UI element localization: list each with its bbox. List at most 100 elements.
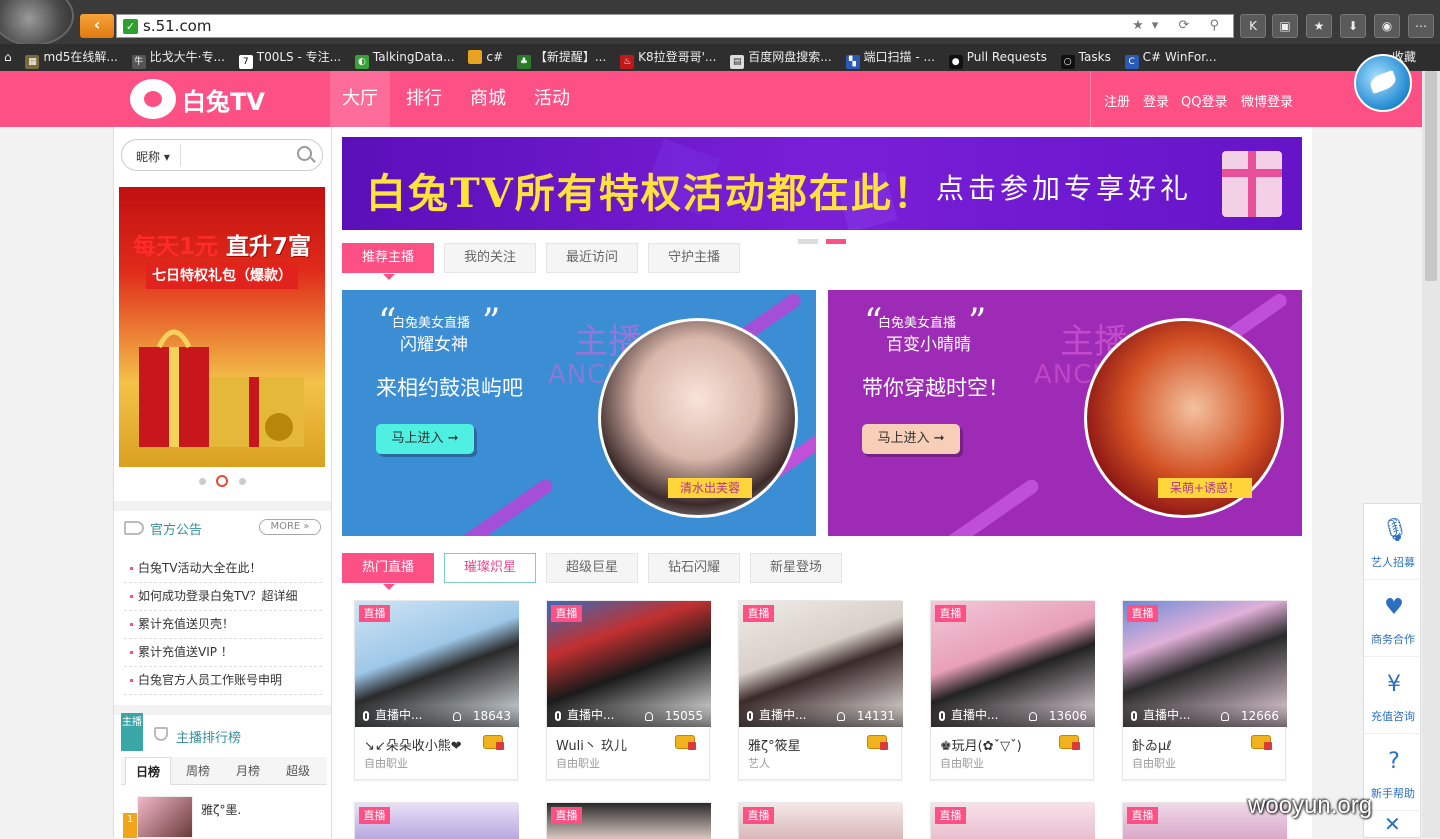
- site-logo[interactable]: 白兔TV: [130, 79, 265, 119]
- bookmark-portscan[interactable]: ▚ 端口扫描 - ...: [842, 44, 941, 71]
- tab-hot-live[interactable]: 热门直播: [342, 553, 434, 590]
- tab-recommended[interactable]: 推荐主播: [342, 243, 434, 280]
- search-type-label: 昵称: [136, 150, 161, 164]
- bookmark-bige[interactable]: 牛比戈大牛·专...: [128, 44, 231, 71]
- stream-card[interactable]: 直播: [738, 802, 903, 839]
- tab-diamond[interactable]: 钻石闪耀: [648, 553, 740, 583]
- lock-icon[interactable]: ▣: [1272, 14, 1298, 38]
- business-button[interactable]: ♥ 商务合作: [1364, 581, 1422, 657]
- promo-dot-active[interactable]: [216, 475, 228, 487]
- search-type-select[interactable]: 昵称 ▾: [136, 148, 170, 165]
- promo-dot[interactable]: [199, 478, 206, 485]
- tab-guard[interactable]: 守护主播: [648, 243, 740, 273]
- notice-more-button[interactable]: MORE »: [259, 519, 321, 535]
- bookmark-label: 百度网盘搜索...: [748, 50, 832, 64]
- promo-banner[interactable]: 每天1元 直升7富 七日特权礼包（爆款）: [119, 187, 325, 467]
- stream-card[interactable]: 直播 直播中... 15055 Wuli丶 玖儿 自由职业: [546, 600, 711, 780]
- stream-card[interactable]: 直播 直播中... 12666 釙ゐμℓ 自由职业: [1122, 600, 1287, 780]
- star-icon[interactable]: ★: [1306, 14, 1332, 38]
- bookmark-tasks[interactable]: ○ Tasks: [1057, 44, 1117, 71]
- nav-ranking[interactable]: 排行: [394, 71, 454, 127]
- stream-status: 直播中...: [567, 708, 615, 722]
- bookmark-pull-requests[interactable]: ● Pull Requests: [945, 44, 1053, 71]
- tab-superstars[interactable]: 超级巨星: [546, 553, 638, 583]
- notice-list: 白兔TV活动大全在此！ 如何成功登录白兔TV？超详细 累计充值送贝壳！ 累计充值…: [124, 555, 322, 695]
- stream-card[interactable]: 直播 直播中... 18643 ↘↙朵朵收小熊❤ 自由职业: [354, 600, 519, 780]
- floating-service-bar: 🎙 艺人招募 ♥ 商务合作 ¥ 充值咨询 ? 新手帮助 ✕: [1363, 503, 1422, 838]
- tab-recent[interactable]: 最近访问: [546, 243, 638, 273]
- back-button[interactable]: ‹: [80, 14, 114, 38]
- weibo-login-link[interactable]: 微博登录: [1241, 91, 1293, 110]
- promo-subtitle: 七日特权礼包（爆款）: [146, 263, 298, 289]
- tab-shining-stars[interactable]: 璀璨炽星: [444, 553, 536, 583]
- stream-card[interactable]: 直播 直播中... 14131 雅ζ°筱星 艺人: [738, 600, 903, 780]
- promo-title-b: 直升7富: [226, 234, 312, 260]
- feature-tag: 白兔美女直播: [878, 316, 957, 331]
- bookmark-t00ls[interactable]: 7 T00LS - 专注...: [235, 44, 347, 71]
- live-badge: 直播: [551, 807, 582, 824]
- home-icon[interactable]: ⌂: [0, 44, 18, 71]
- stream-card[interactable]: 直播: [354, 802, 519, 839]
- nav-lobby[interactable]: 大厅: [330, 71, 390, 127]
- notice-item[interactable]: 累计充值送贝壳！: [124, 611, 322, 639]
- tab-weekly[interactable]: 周榜: [175, 757, 221, 785]
- stream-card[interactable]: 直播: [930, 802, 1095, 839]
- notice-item[interactable]: 白兔TV活动大全在此！: [124, 555, 322, 583]
- bookmark-csharp[interactable]: c#: [464, 44, 509, 71]
- stream-info-bar: 直播中... 14131: [739, 705, 903, 727]
- recharge-consult-button[interactable]: ¥ 充值咨询: [1364, 658, 1422, 734]
- k-extension-icon[interactable]: K: [1240, 14, 1266, 38]
- download-icon[interactable]: ⬇: [1340, 14, 1366, 38]
- tab-following[interactable]: 我的关注: [444, 243, 536, 273]
- bookmark-talkingdata[interactable]: ◐ TalkingData...: [351, 44, 461, 71]
- mic-icon: [1131, 711, 1137, 721]
- menu-icon[interactable]: ⋯: [1408, 14, 1434, 38]
- stream-card[interactable]: 直播: [546, 802, 711, 839]
- bird-badge-icon[interactable]: [1354, 54, 1412, 112]
- notice-item[interactable]: 累计充值送VIP ！: [124, 639, 322, 667]
- tab-monthly[interactable]: 月榜: [225, 757, 271, 785]
- search-icon[interactable]: [297, 146, 312, 161]
- nav-mall[interactable]: 商城: [458, 71, 518, 127]
- nav-events[interactable]: 活动: [522, 71, 582, 127]
- tab-super[interactable]: 超级: [275, 757, 321, 785]
- browser-logo-icon[interactable]: [0, 0, 74, 46]
- notice-item[interactable]: 如何成功登录白兔TV？超详细: [124, 583, 322, 611]
- address-tools-icon[interactable]: ★▾ ⟳ ⚲: [1132, 18, 1227, 33]
- bookmark-md5[interactable]: ▦ md5在线解...: [21, 44, 123, 71]
- enter-button[interactable]: 马上进入 ➞: [862, 424, 960, 454]
- scrollbar-thumb[interactable]: [1425, 71, 1437, 281]
- stream-card[interactable]: 直播 直播中... 13606 ♚玩月(✿ˇ▽ˇ) 自由职业: [930, 600, 1095, 780]
- bookmark-k8[interactable]: ♨ K8拉登哥哥'...: [616, 44, 722, 71]
- qq-login-link[interactable]: QQ登录: [1181, 91, 1227, 110]
- search-box[interactable]: 昵称 ▾: [121, 139, 323, 171]
- viewer-count: 12666: [1240, 709, 1279, 723]
- page-scrollbar[interactable]: [1422, 71, 1440, 838]
- bookmark-baidupan[interactable]: ▤ 百度网盘搜索...: [726, 44, 837, 71]
- feature-card[interactable]: “ 白兔美女直播 ” 百变小晴晴 主播 ANCHOR 带你穿越时空！ 马上进入 …: [828, 290, 1302, 536]
- register-link[interactable]: 注册: [1104, 91, 1130, 110]
- float-label: 充值咨询: [1371, 710, 1415, 723]
- ranking-row[interactable]: 1 雅ζ°墨.: [121, 793, 327, 838]
- login-link[interactable]: 登录: [1143, 91, 1169, 110]
- notice-item[interactable]: 白兔官方人员工作账号申明: [124, 667, 322, 695]
- stream-thumbnail: 直播: [931, 803, 1095, 839]
- tab-daily[interactable]: 日榜: [125, 757, 171, 785]
- bookmark-label: T00LS - 专注...: [256, 50, 342, 64]
- promo-dot[interactable]: [239, 478, 246, 485]
- tab-new-stars[interactable]: 新星登场: [750, 553, 842, 583]
- feature-card[interactable]: “ 白兔美女直播 ” 闪耀女神 主播 ANCHOR 来相约鼓浪屿吧 马上进入 ➞…: [342, 290, 816, 536]
- artist-recruit-button[interactable]: 🎙 艺人招募: [1364, 504, 1422, 580]
- bookmark-reminder[interactable]: ♣ 【新提醒】...: [513, 44, 612, 71]
- bookmark-label: md5在线解...: [43, 50, 118, 64]
- browser-toolbar: ‹ ✓ s.51.com ★▾ ⟳ ⚲ K ▣ ★ ⬇ ◉ ⋯: [0, 0, 1440, 46]
- rabbit-logo-icon: [130, 79, 176, 119]
- promo-banner-wide[interactable]: 白兔TV所有特权活动都在此！ 点击参加专享好礼: [342, 137, 1302, 230]
- help-button[interactable]: ? 新手帮助: [1364, 735, 1422, 811]
- gamepad-icon[interactable]: ◉: [1374, 14, 1400, 38]
- enter-button[interactable]: 马上进入 ➞: [376, 424, 474, 454]
- bookmark-winform[interactable]: C C# WinFor...: [1121, 44, 1223, 71]
- close-icon[interactable]: ✕: [1384, 812, 1401, 836]
- address-bar[interactable]: ✓ s.51.com ★▾ ⟳ ⚲: [116, 14, 1234, 38]
- url-text[interactable]: s.51.com: [143, 17, 211, 35]
